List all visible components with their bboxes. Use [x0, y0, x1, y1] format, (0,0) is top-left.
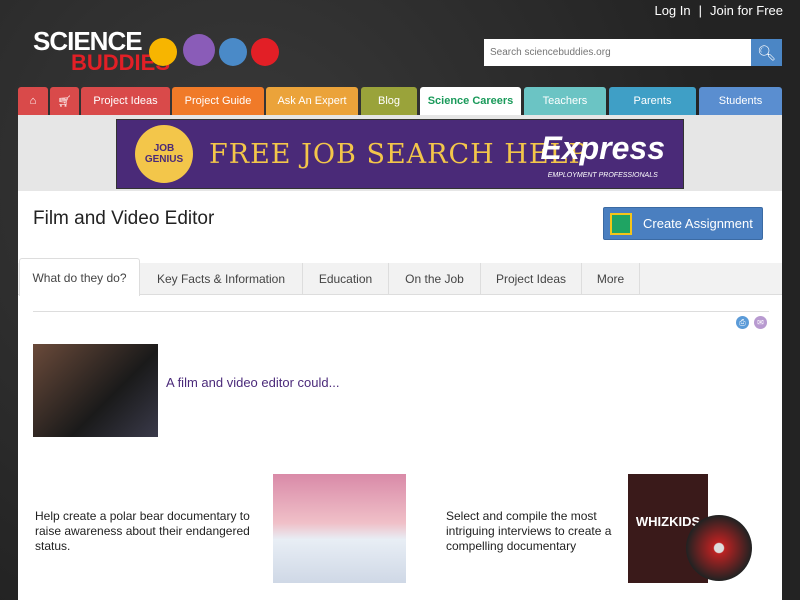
- home-icon: ⌂: [29, 95, 37, 107]
- ad-area: JOB GENIUS FREE JOB SEARCH HELP Express E…: [18, 115, 782, 191]
- tab-key-facts[interactable]: Key Facts & Information: [140, 263, 303, 295]
- nav-science-careers[interactable]: Science Careers: [420, 87, 521, 115]
- nav-ask-an-expert[interactable]: Ask An Expert: [266, 87, 358, 115]
- nav-cart[interactable]: 🛒︎: [50, 87, 79, 115]
- account-links: Log In | Join for Free: [654, 3, 783, 18]
- divider: [33, 311, 769, 312]
- button-label: Create Assignment: [643, 216, 753, 231]
- google-classroom-icon: [610, 212, 632, 235]
- join-link[interactable]: Join for Free: [710, 3, 783, 18]
- science-buddies-logo[interactable]: SCIENCE BUDDIES: [33, 26, 303, 76]
- career-tabs: What do they do? Key Facts & Information…: [18, 258, 782, 296]
- item-text: Help create a polar bear documentary to …: [35, 509, 250, 553]
- search-button[interactable]: 🔍︎: [751, 39, 782, 66]
- print-icon[interactable]: ⎙: [736, 316, 749, 329]
- sun-icon: [149, 38, 177, 66]
- item-text: Select and compile the most intriguing i…: [446, 509, 612, 553]
- page-title: Film and Video Editor: [33, 208, 215, 229]
- tab-what-do-they-do[interactable]: What do they do?: [19, 258, 140, 296]
- nav-blog[interactable]: Blog: [361, 87, 417, 115]
- cart-icon: 🛒︎: [57, 95, 72, 108]
- job-genius-badge: JOB GENIUS: [135, 125, 193, 183]
- express-ad-banner[interactable]: JOB GENIUS FREE JOB SEARCH HELP Express E…: [116, 119, 684, 189]
- search-bar: 🔍︎: [484, 39, 782, 66]
- search-icon: 🔍︎: [756, 44, 777, 62]
- tab-project-ideas[interactable]: Project Ideas: [481, 263, 582, 295]
- nav-project-guide[interactable]: Project Guide: [172, 87, 264, 115]
- separator: |: [698, 3, 703, 18]
- tab-on-the-job[interactable]: On the Job: [389, 263, 481, 295]
- ad-headline: FREE JOB SEARCH HELP: [209, 138, 588, 170]
- film-editor-photo: [33, 344, 158, 437]
- polar-bear-photo: [273, 474, 406, 583]
- planet-icon: [183, 34, 215, 66]
- nav-parents[interactable]: Parents: [609, 87, 696, 115]
- rocket-icon: [251, 38, 279, 66]
- nav-project-ideas[interactable]: Project Ideas: [81, 87, 170, 115]
- create-assignment-button[interactable]: Create Assignment: [603, 207, 763, 240]
- brand-name: Express: [540, 130, 665, 166]
- nav-teachers[interactable]: Teachers: [524, 87, 606, 115]
- tab-more[interactable]: More: [582, 263, 640, 295]
- nav-home[interactable]: ⌂: [18, 87, 48, 115]
- dvd-disc: [686, 515, 752, 581]
- search-input[interactable]: [484, 39, 751, 66]
- login-link[interactable]: Log In: [654, 3, 690, 18]
- main-content: JOB GENIUS FREE JOB SEARCH HELP Express E…: [18, 115, 782, 600]
- intro-text: A film and video editor could...: [166, 375, 340, 390]
- email-icon[interactable]: ✉: [754, 316, 767, 329]
- tab-education[interactable]: Education: [303, 263, 389, 295]
- brand-sub: EMPLOYMENT PROFESSIONALS: [547, 172, 658, 179]
- express-logo: Express EMPLOYMENT PROFESSIONALS: [540, 132, 665, 182]
- dna-icon: [219, 38, 247, 66]
- nav-students[interactable]: Students: [699, 87, 782, 115]
